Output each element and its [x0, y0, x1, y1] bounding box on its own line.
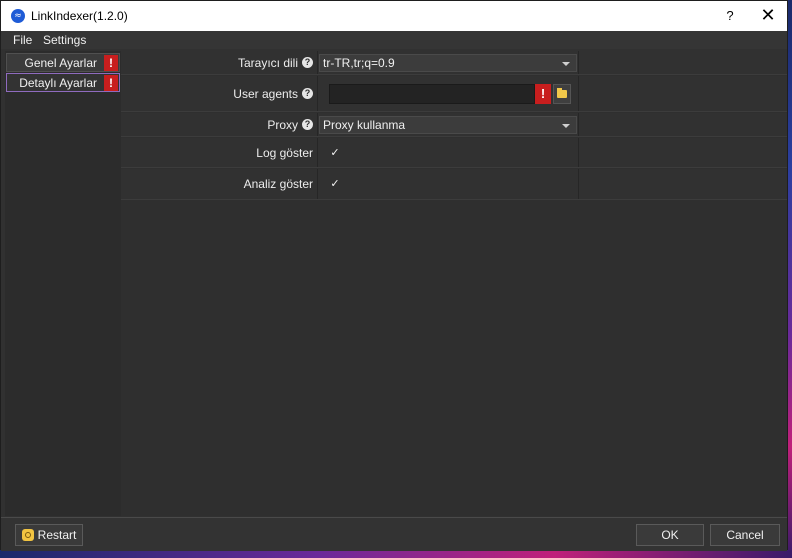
- title-bar: ≈ LinkIndexer(1.2.0) ? ✕: [1, 1, 787, 31]
- window-title: LinkIndexer(1.2.0): [31, 9, 128, 23]
- settings-panel: Tarayıcı dili ? tr-TR,tr;q=0.9 User agen…: [121, 51, 787, 516]
- folder-icon: [557, 90, 567, 98]
- sidebar-item-label: Detaylı Ayarlar: [19, 76, 97, 90]
- menu-bar: File Settings: [1, 31, 787, 49]
- show-log-checkbox[interactable]: ✓: [329, 147, 341, 159]
- user-agents-input[interactable]: [329, 84, 535, 104]
- browser-language-value: tr-TR,tr;q=0.9: [323, 56, 395, 70]
- restart-button-label: Restart: [37, 528, 77, 542]
- settings-sidebar: Genel Ayarlar ! Detaylı Ayarlar !: [5, 51, 121, 516]
- app-logo-icon: ≈: [11, 9, 25, 23]
- sidebar-item-detayli-ayarlar[interactable]: Detaylı Ayarlar !: [6, 73, 120, 92]
- column-divider: [578, 169, 579, 199]
- setting-row-show-analysis: Analiz göster ✓: [121, 169, 787, 200]
- sidebar-item-label: Genel Ayarlar: [24, 56, 98, 70]
- warning-icon: !: [535, 84, 551, 104]
- show-analysis-checkbox[interactable]: ✓: [329, 178, 341, 190]
- column-divider: [317, 113, 318, 136]
- chevron-down-icon: [562, 62, 570, 66]
- ok-button[interactable]: OK: [636, 524, 704, 546]
- desktop-background-bottom: [0, 550, 792, 558]
- column-divider: [317, 138, 318, 167]
- help-icon[interactable]: ?: [302, 88, 313, 99]
- sidebar-item-genel-ayarlar[interactable]: Genel Ayarlar !: [6, 53, 120, 72]
- column-divider: [578, 113, 579, 136]
- column-divider: [317, 51, 318, 74]
- warning-icon: !: [104, 75, 118, 91]
- close-button[interactable]: ✕: [756, 1, 780, 31]
- restart-button[interactable]: Restart: [15, 524, 83, 546]
- column-divider: [578, 76, 579, 111]
- setting-label: Analiz göster: [244, 169, 313, 199]
- column-divider: [578, 51, 579, 74]
- setting-label: Log göster: [256, 138, 313, 167]
- help-icon[interactable]: ?: [302, 57, 313, 68]
- browser-language-select[interactable]: tr-TR,tr;q=0.9: [319, 54, 577, 72]
- setting-row-user-agents: User agents ? !: [121, 76, 787, 112]
- help-icon[interactable]: ?: [302, 119, 313, 130]
- column-divider: [578, 138, 579, 167]
- chevron-down-icon: [562, 124, 570, 128]
- show-analysis-label: Analiz göster: [243, 177, 313, 191]
- setting-label: User agents ?: [233, 76, 313, 111]
- browser-language-label: Tarayıcı dili: [237, 55, 298, 70]
- browse-folder-button[interactable]: [553, 84, 571, 104]
- desktop-background: [788, 0, 792, 558]
- warning-icon: !: [104, 55, 118, 71]
- show-log-label: Log göster: [256, 145, 313, 160]
- column-divider: [317, 76, 318, 111]
- user-agents-label: User agents: [233, 86, 298, 101]
- help-button[interactable]: ?: [721, 1, 739, 31]
- menu-settings[interactable]: Settings: [43, 33, 86, 47]
- proxy-label: Proxy: [267, 117, 298, 132]
- app-window: ≈ LinkIndexer(1.2.0) ? ✕ File Settings G…: [0, 0, 788, 551]
- proxy-select[interactable]: Proxy kullanma: [319, 116, 577, 134]
- setting-row-show-log: Log göster ✓: [121, 138, 787, 168]
- restart-icon: [21, 529, 34, 541]
- column-divider: [317, 169, 318, 199]
- menu-file[interactable]: File: [13, 33, 32, 47]
- dialog-button-bar: Restart OK Cancel: [1, 517, 787, 551]
- setting-label: Tarayıcı dili ?: [238, 51, 313, 74]
- proxy-value: Proxy kullanma: [323, 118, 406, 132]
- setting-row-browser-language: Tarayıcı dili ? tr-TR,tr;q=0.9: [121, 51, 787, 75]
- setting-row-proxy: Proxy ? Proxy kullanma: [121, 113, 787, 137]
- setting-label: Proxy ?: [267, 113, 313, 136]
- cancel-button[interactable]: Cancel: [710, 524, 780, 546]
